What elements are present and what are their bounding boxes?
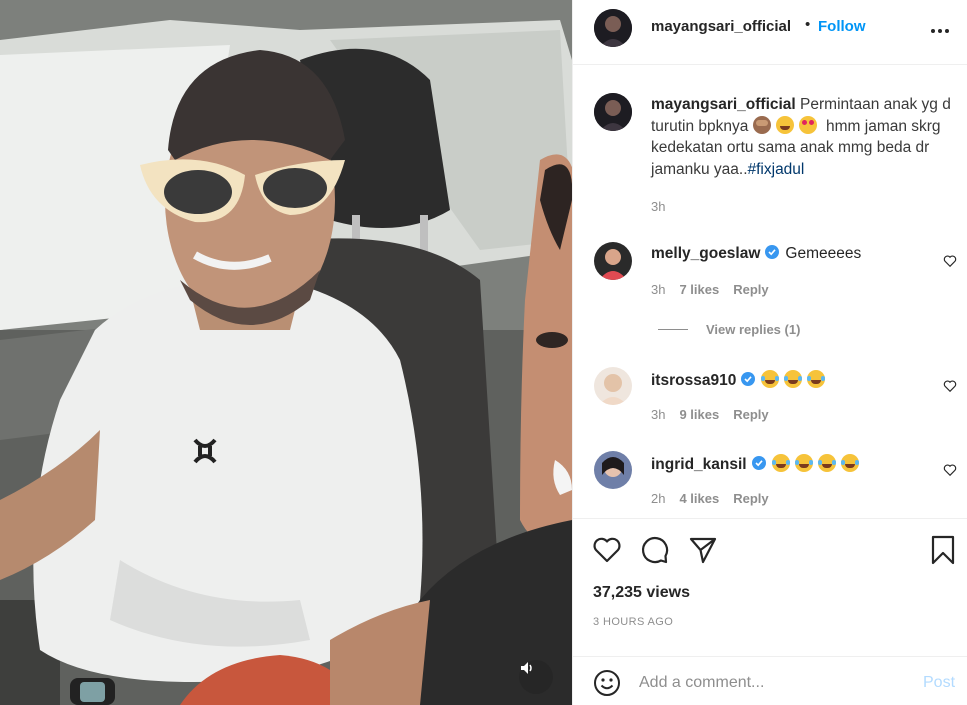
heart-icon[interactable] xyxy=(943,463,957,477)
comment-username[interactable]: melly_goeslaw xyxy=(651,245,760,262)
reply-button[interactable]: Reply xyxy=(733,407,768,422)
comment-body: ingrid_kansil xyxy=(651,454,864,474)
comment-username[interactable]: ingrid_kansil xyxy=(651,456,747,473)
add-comment-bar: Post xyxy=(573,656,967,705)
view-replies-label: View replies (1) xyxy=(706,322,801,337)
owner-avatar[interactable] xyxy=(594,9,632,47)
comment-time[interactable]: 3h xyxy=(651,282,665,297)
caption-avatar-image xyxy=(594,93,632,131)
mute-icon xyxy=(521,662,532,674)
video-frame-illustration xyxy=(0,0,572,705)
comment-time[interactable]: 2h xyxy=(651,491,665,506)
header-separator: • xyxy=(805,16,811,33)
commenter-avatar[interactable] xyxy=(594,367,632,405)
comment-input[interactable] xyxy=(639,669,909,697)
comment-text: Gemeeees xyxy=(785,245,862,262)
owner-username[interactable]: mayangsari_official xyxy=(651,18,791,35)
reply-button[interactable]: Reply xyxy=(733,282,768,297)
comment-item: itsrossa910 3h 9 likes Reply xyxy=(594,367,964,427)
mute-button[interactable] xyxy=(519,660,553,694)
comment-username[interactable]: itsrossa910 xyxy=(651,372,736,389)
tears-of-joy-emoji-icon xyxy=(771,454,790,472)
see-no-evil-monkey-emoji-icon xyxy=(752,115,771,134)
post-header: mayangsari_official • Follow xyxy=(573,0,967,65)
more-options-icon[interactable] xyxy=(931,29,949,33)
views-count[interactable]: 37,235 views xyxy=(593,584,690,602)
comment-likes[interactable]: 4 likes xyxy=(679,491,719,506)
comment-body: itsrossa910 xyxy=(651,370,830,390)
grinning-face-emoji-icon xyxy=(775,115,794,134)
commenter-avatar-image xyxy=(594,242,632,280)
owner-avatar-image xyxy=(594,9,632,47)
share-icon[interactable] xyxy=(687,534,719,566)
comments-section[interactable]: mayangsari_official Permintaan anak yg d… xyxy=(573,66,967,518)
comment-item: ingrid_kansil 2h 4 likes Reply xyxy=(594,451,964,511)
tears-of-joy-emoji-icon xyxy=(817,454,836,472)
tears-of-joy-emoji-icon xyxy=(761,370,780,388)
caption-timestamp[interactable]: 3h xyxy=(651,199,665,214)
verified-badge-icon xyxy=(765,245,780,259)
post-actions: 37,235 views 3 HOURS AGO xyxy=(573,518,967,648)
comment-body: melly_goeslaw Gemeeees xyxy=(651,245,861,263)
tears-of-joy-emoji-icon xyxy=(807,370,826,388)
heart-eyes-emoji-icon xyxy=(798,115,817,134)
heart-icon[interactable] xyxy=(943,254,957,268)
caption-avatar[interactable] xyxy=(594,93,632,131)
caption-hashtag[interactable]: #fixjadul xyxy=(748,161,805,178)
commenter-avatar-image xyxy=(594,451,632,489)
tears-of-joy-emoji-icon xyxy=(784,370,803,388)
caption-username[interactable]: mayangsari_official xyxy=(651,96,796,113)
comment-icon[interactable] xyxy=(639,534,671,566)
post-side-panel: mayangsari_official • Follow mayangsari_… xyxy=(572,0,967,705)
commenter-avatar[interactable] xyxy=(594,451,632,489)
verified-badge-icon xyxy=(741,372,756,386)
tears-of-joy-emoji-icon xyxy=(794,454,813,472)
smile-icon[interactable] xyxy=(593,669,621,697)
posted-timestamp[interactable]: 3 HOURS AGO xyxy=(593,616,673,628)
post-video[interactable] xyxy=(0,0,572,705)
comment-item: melly_goeslaw Gemeeees 3h 7 likes Reply xyxy=(594,242,964,302)
comment-meta: 2h 4 likes Reply xyxy=(651,491,769,506)
heart-icon[interactable] xyxy=(591,534,623,566)
heart-icon[interactable] xyxy=(943,379,957,393)
commenter-avatar-image xyxy=(594,367,632,405)
comment-time[interactable]: 3h xyxy=(651,407,665,422)
verified-badge-icon xyxy=(751,456,766,470)
comment-meta: 3h 7 likes Reply xyxy=(651,282,769,297)
commenter-avatar[interactable] xyxy=(594,242,632,280)
comment-meta: 3h 9 likes Reply xyxy=(651,407,769,422)
post-comment-button[interactable]: Post xyxy=(923,674,955,692)
save-icon[interactable] xyxy=(927,534,959,566)
comment-likes[interactable]: 7 likes xyxy=(679,282,719,297)
comment-likes[interactable]: 9 likes xyxy=(679,407,719,422)
caption-text: mayangsari_official Permintaan anak yg d… xyxy=(651,94,967,180)
tears-of-joy-emoji-icon xyxy=(840,454,859,472)
view-replies-line xyxy=(658,329,688,330)
follow-button[interactable]: Follow xyxy=(818,18,866,35)
view-replies-button[interactable]: View replies (1) xyxy=(658,322,800,337)
reply-button[interactable]: Reply xyxy=(733,491,768,506)
